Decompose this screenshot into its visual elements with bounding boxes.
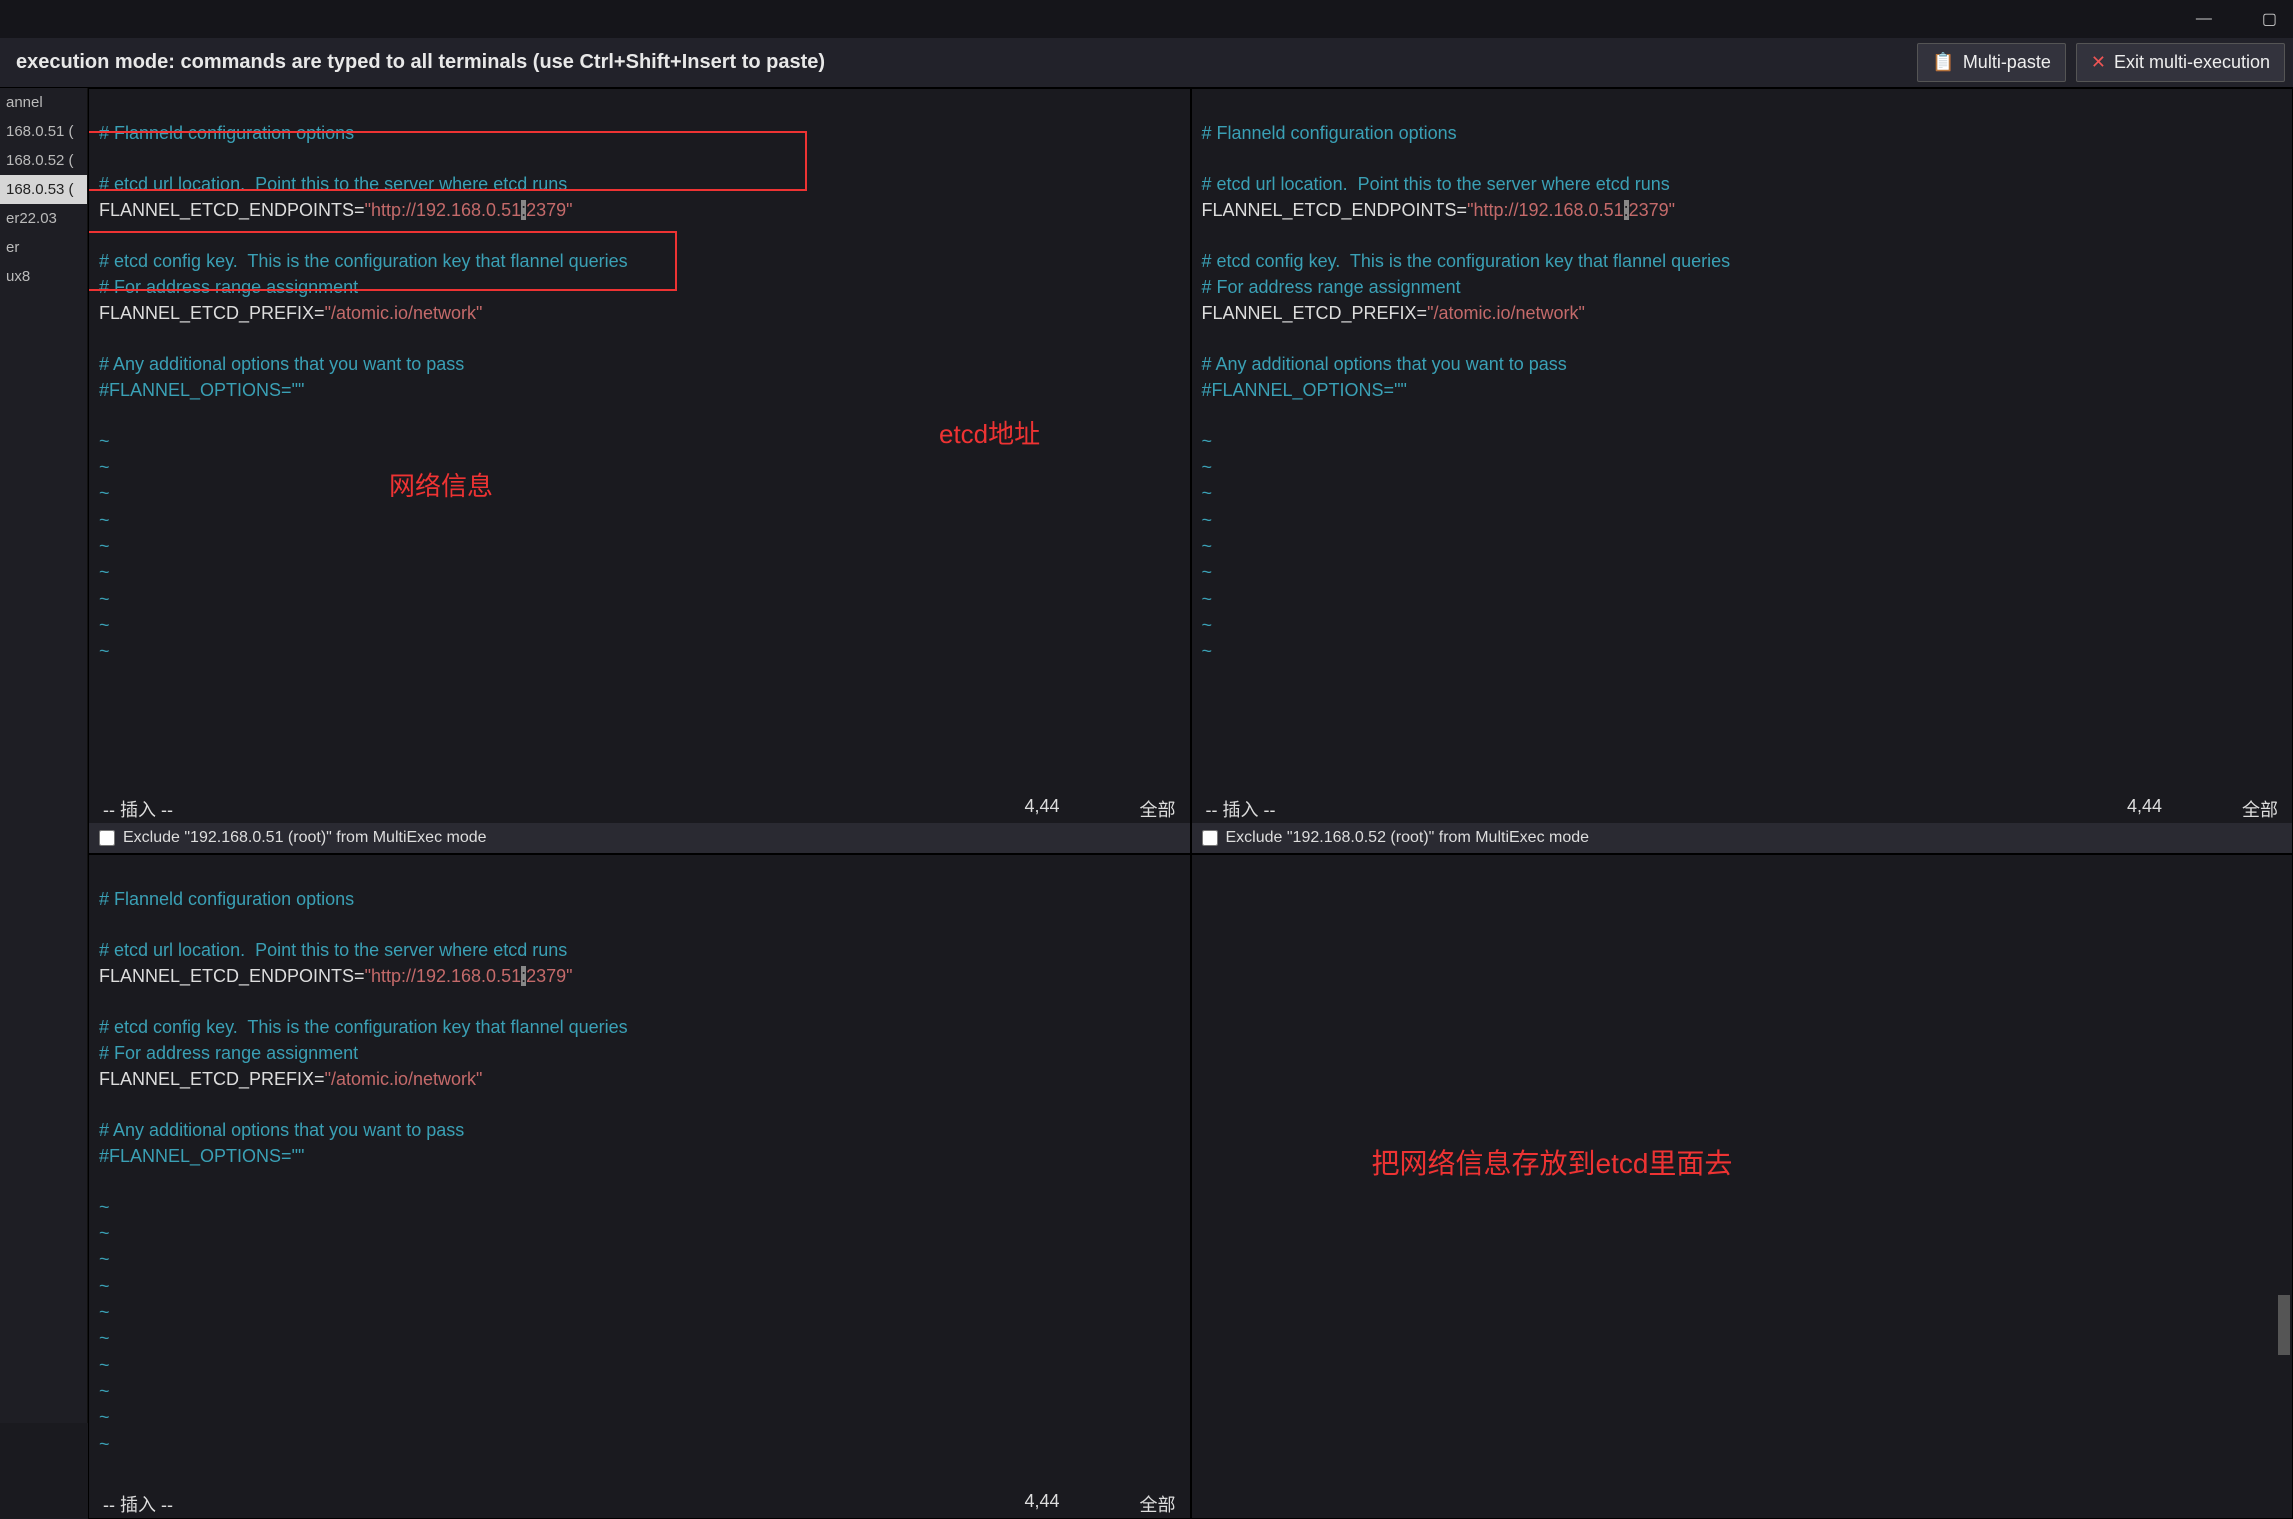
- exclude-bar: Exclude "192.168.0.52 (root)" from Multi…: [1192, 823, 2293, 853]
- terminal-pane-3[interactable]: # Flanneld configuration options # etcd …: [88, 854, 1191, 1519]
- vim-mode: -- 插入 --: [103, 1491, 173, 1517]
- code-line: # etcd config key. This is the configura…: [99, 1017, 628, 1037]
- code-line: #FLANNEL_OPTIONS="": [99, 380, 304, 400]
- terminal-content[interactable]: # Flanneld configuration options # etcd …: [89, 89, 1190, 795]
- cursor-position: 4,44: [2127, 796, 2162, 822]
- minimize-button[interactable]: —: [2186, 6, 2222, 32]
- code-line: #FLANNEL_OPTIONS="": [99, 1146, 304, 1166]
- exit-multiexec-label: Exit multi-execution: [2114, 52, 2270, 73]
- code-line: FLANNEL_ETCD_PREFIX=: [99, 1069, 325, 1089]
- code-line: # Any additional options that you want t…: [99, 354, 464, 374]
- annotation-network: 网络信息: [389, 469, 493, 504]
- sidebar-item[interactable]: er22.03: [0, 204, 87, 233]
- code-line: # For address range assignment: [1202, 277, 1461, 297]
- code-line: # etcd config key. This is the configura…: [1202, 251, 1731, 271]
- close-icon: ✕: [2091, 52, 2106, 73]
- clipboard-icon: 📋: [1932, 52, 1954, 73]
- cursor-position: 4,44: [1024, 1491, 1059, 1517]
- terminal-content[interactable]: # Flanneld configuration options # etcd …: [89, 855, 1190, 1490]
- code-line: # Any additional options that you want t…: [1202, 354, 1567, 374]
- multiexec-mode-message: execution mode: commands are typed to al…: [16, 51, 825, 74]
- scroll-indicator: 全部: [1140, 796, 1176, 822]
- terminal-statusbar: -- 插入 -- 4,44 全部: [89, 795, 1190, 823]
- scroll-indicator: 全部: [1140, 1491, 1176, 1517]
- terminal-content[interactable]: 把网络信息存放到etcd里面去: [1192, 855, 2293, 1518]
- code-line: # etcd url location. Point this to the s…: [99, 174, 567, 194]
- exit-multiexec-button[interactable]: ✕ Exit multi-execution: [2076, 43, 2285, 82]
- code-line: # Flanneld configuration options: [99, 123, 354, 143]
- maximize-button[interactable]: ▢: [2252, 5, 2287, 33]
- terminal-pane-4[interactable]: 把网络信息存放到etcd里面去: [1191, 854, 2293, 1519]
- sidebar-item[interactable]: er: [0, 233, 87, 262]
- exclude-label: Exclude "192.168.0.52 (root)" from Multi…: [1226, 829, 1590, 847]
- vim-mode: -- 插入 --: [1206, 796, 1276, 822]
- window-titlebar: — ▢: [0, 0, 2293, 38]
- exclude-bar: Exclude "192.168.0.51 (root)" from Multi…: [89, 823, 1190, 853]
- exclude-label: Exclude "192.168.0.51 (root)" from Multi…: [123, 829, 487, 847]
- code-line: FLANNEL_ETCD_PREFIX=: [99, 303, 325, 323]
- terminal-pane-2[interactable]: # Flanneld configuration options # etcd …: [1191, 88, 2293, 854]
- exclude-checkbox[interactable]: [1202, 830, 1218, 846]
- code-line: # etcd url location. Point this to the s…: [99, 940, 567, 960]
- multi-paste-label: Multi-paste: [1963, 52, 2051, 73]
- session-sidebar: annel 168.0.51 ( 168.0.52 ( 168.0.53 ( e…: [0, 88, 88, 1423]
- code-line: #FLANNEL_OPTIONS="": [1202, 380, 1407, 400]
- exclude-checkbox[interactable]: [99, 830, 115, 846]
- code-line: # For address range assignment: [99, 1043, 358, 1063]
- terminal-content[interactable]: # Flanneld configuration options # etcd …: [1192, 89, 2293, 795]
- vim-mode: -- 插入 --: [103, 796, 173, 822]
- sidebar-item[interactable]: ux8: [0, 262, 87, 291]
- scroll-indicator: 全部: [2242, 796, 2278, 822]
- code-line: FLANNEL_ETCD_ENDPOINTS=: [1202, 200, 1468, 220]
- code-line: # For address range assignment: [99, 277, 358, 297]
- sidebar-item[interactable]: annel: [0, 88, 87, 117]
- code-line: FLANNEL_ETCD_PREFIX=: [1202, 303, 1428, 323]
- scrollbar-thumb[interactable]: [2278, 1295, 2290, 1355]
- sidebar-item-selected[interactable]: 168.0.53 (: [0, 175, 87, 204]
- terminal-pane-1[interactable]: # Flanneld configuration options # etcd …: [88, 88, 1191, 854]
- sidebar-item[interactable]: 168.0.52 (: [0, 146, 87, 175]
- annotation-store: 把网络信息存放到etcd里面去: [1372, 1145, 1733, 1183]
- cursor-position: 4,44: [1024, 796, 1059, 822]
- toolbar: execution mode: commands are typed to al…: [0, 38, 2293, 88]
- code-line: # Flanneld configuration options: [99, 889, 354, 909]
- code-line: # etcd url location. Point this to the s…: [1202, 174, 1670, 194]
- multi-paste-button[interactable]: 📋 Multi-paste: [1917, 43, 2065, 82]
- code-line: # Any additional options that you want t…: [99, 1120, 464, 1140]
- code-line: FLANNEL_ETCD_ENDPOINTS=: [99, 200, 365, 220]
- code-line: # Flanneld configuration options: [1202, 123, 1457, 143]
- code-line: FLANNEL_ETCD_ENDPOINTS=: [99, 966, 365, 986]
- sidebar-item[interactable]: 168.0.51 (: [0, 117, 87, 146]
- terminal-statusbar: -- 插入 -- 4,44 全部: [1192, 795, 2293, 823]
- annotation-etcd: etcd地址: [939, 417, 1040, 452]
- code-line: # etcd config key. This is the configura…: [99, 251, 628, 271]
- terminal-statusbar: -- 插入 -- 4,44 全部: [89, 1490, 1190, 1518]
